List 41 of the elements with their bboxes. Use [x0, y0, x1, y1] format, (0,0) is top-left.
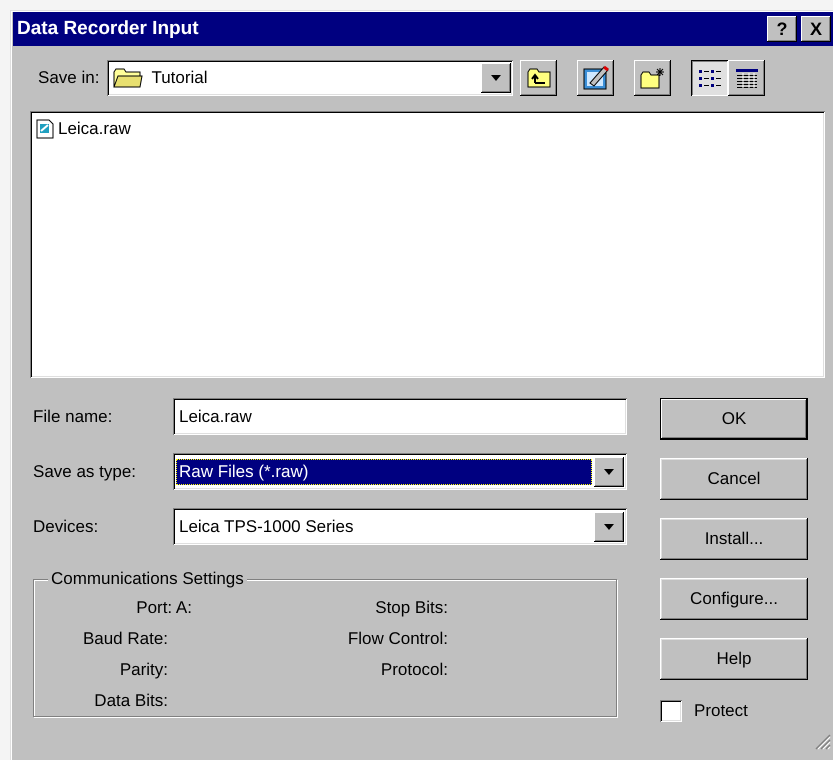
pencil-icon — [582, 65, 610, 91]
list-button[interactable] — [691, 60, 728, 96]
save-in-dropdown[interactable]: Tutorial — [107, 60, 514, 96]
setting-label: Port: A: — [136, 597, 192, 619]
setting-label: Flow Control: — [348, 628, 448, 650]
desktop-button[interactable] — [577, 60, 614, 96]
dialog-button[interactable]: Install... — [660, 518, 808, 560]
save-in-label: Save in: — [38, 68, 100, 88]
new-folder-button[interactable] — [634, 60, 672, 96]
protect-label: Protect — [694, 701, 748, 721]
save-in-value: Tutorial — [151, 68, 208, 88]
group-title: Communications Settings — [48, 569, 247, 589]
field-label: Save as type: — [33, 462, 138, 482]
setting-label: Baud Rate: — [82, 628, 168, 650]
setting-label: Parity: — [120, 659, 168, 681]
details-view-icon — [734, 67, 760, 89]
dropdown-field[interactable]: Raw Files (*.raw) — [173, 453, 627, 490]
up-folder-button[interactable] — [520, 60, 558, 96]
field-label: Devices: — [33, 516, 100, 536]
setting-label: Protocol: — [380, 659, 448, 681]
dialog-button[interactable]: Help — [660, 638, 808, 680]
window-title: Data Recorder Input — [17, 18, 199, 40]
list-view-icon — [696, 67, 723, 89]
protect-checkbox[interactable] — [660, 700, 682, 722]
help-button[interactable]: ? — [767, 16, 797, 42]
file-name-field[interactable]: Leica.raw — [173, 398, 627, 435]
folder-icon — [113, 67, 144, 89]
new-folder-icon — [638, 66, 667, 90]
size-grip-icon — [813, 732, 831, 750]
dialog-button[interactable]: Configure... — [660, 578, 808, 620]
dialog-button[interactable]: OK — [660, 398, 808, 440]
setting-label: Data Bits: — [94, 690, 168, 712]
dialog-button[interactable]: Cancel — [660, 458, 808, 500]
field-label: File name: — [33, 406, 114, 426]
file-name[interactable]: Leica.raw — [58, 119, 131, 139]
file-icon — [36, 119, 54, 139]
up-folder-icon — [526, 67, 552, 89]
details-button[interactable] — [728, 60, 766, 96]
close-button[interactable]: X — [801, 16, 831, 42]
setting-label: Stop Bits: — [375, 597, 448, 619]
dropdown-field[interactable]: Leica TPS-1000 Series — [173, 508, 627, 545]
